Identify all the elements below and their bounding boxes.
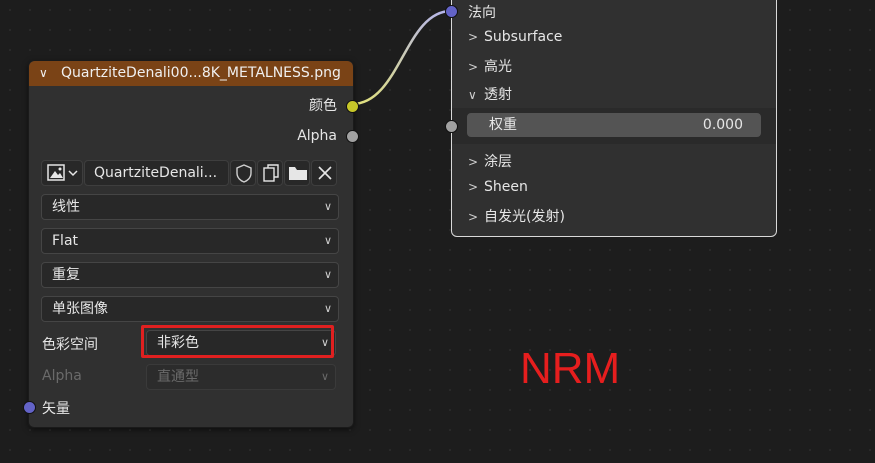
vector-input-label: 矢量 — [42, 401, 70, 417]
chevron-right-icon: > — [468, 60, 479, 74]
chevron-down-icon: ∨ — [468, 88, 477, 102]
duplicate-icon — [263, 164, 279, 182]
panel-label: 透射 — [484, 87, 512, 103]
annotation-highlight-box — [141, 325, 334, 358]
node-title: QuartziteDenali00...8K_METALNESS.png — [61, 65, 341, 81]
image-texture-node[interactable]: ∨ QuartziteDenali00...8K_METALNESS.png 颜… — [23, 60, 359, 428]
annotation-text: NRM — [520, 344, 621, 393]
projection-value: Flat — [52, 233, 79, 249]
panel-label: 高光 — [484, 59, 512, 75]
panel-emission[interactable]: > 自发光(发射) — [468, 206, 565, 226]
alpha-mode-dropdown: 直通型 ∨ — [146, 364, 336, 390]
unlink-button[interactable] — [311, 160, 337, 186]
chevron-right-icon: > — [468, 210, 479, 224]
image-icon — [47, 164, 78, 181]
panel-label: 涂层 — [484, 154, 512, 170]
colorspace-label: 色彩空间 — [42, 337, 98, 353]
interpolation-value: 线性 — [52, 199, 80, 215]
panel-label: 自发光(发射) — [484, 209, 565, 225]
output-alpha-label: Alpha — [297, 128, 337, 144]
node-header[interactable]: ∨ QuartziteDenali00...8K_METALNESS.png — [29, 61, 353, 86]
extension-value: 重复 — [52, 267, 80, 283]
chevron-right-icon: > — [468, 155, 479, 169]
chevron-down-icon: ∨ — [323, 268, 332, 281]
normal-input-label: 法向 — [468, 5, 496, 21]
image-browse-button[interactable] — [41, 160, 83, 186]
weight-input-socket[interactable] — [445, 120, 458, 133]
output-alpha-socket[interactable] — [346, 130, 359, 143]
chevron-down-icon: ∨ — [323, 200, 332, 213]
output-alpha-row: Alpha — [29, 125, 353, 147]
extension-dropdown[interactable]: 重复 ∨ — [41, 262, 339, 288]
alpha-mode-value: 直通型 — [157, 369, 199, 385]
chevron-down-icon: ∨ — [323, 234, 332, 247]
duplicate-button[interactable] — [257, 160, 283, 186]
source-dropdown[interactable]: 单张图像 ∨ — [41, 296, 339, 322]
chevron-down-icon: ∨ — [320, 370, 329, 383]
output-color-row: 颜色 — [29, 95, 353, 117]
fake-user-button[interactable] — [230, 160, 256, 186]
weight-value: 0.000 — [702, 117, 743, 133]
folder-icon — [289, 167, 307, 180]
projection-dropdown[interactable]: Flat ∨ — [41, 228, 339, 254]
image-name-field[interactable]: QuartziteDenali... — [84, 160, 229, 186]
image-name-text: QuartziteDenali... — [94, 165, 218, 181]
chevron-right-icon: > — [468, 180, 479, 194]
panel-transmission[interactable]: ∨ 透射 — [468, 84, 512, 104]
weight-label: 权重 — [489, 117, 517, 133]
panel-label: Subsurface — [484, 29, 563, 45]
normal-input-socket[interactable] — [445, 5, 458, 18]
close-icon — [318, 166, 332, 180]
principled-bsdf-node[interactable]: 法向 > Subsurface > 高光 ∨ 透射 权重 0.000 > 涂层 > She… — [445, 0, 777, 237]
panel-specular[interactable]: > 高光 — [468, 56, 512, 76]
alpha-mode-label: Alpha — [42, 368, 82, 384]
interpolation-dropdown[interactable]: 线性 ∨ — [41, 194, 339, 220]
panel-sheen[interactable]: > Sheen — [468, 179, 528, 195]
open-file-button[interactable] — [284, 160, 310, 186]
collapse-chevron-icon[interactable]: ∨ — [39, 61, 48, 86]
output-color-label: 颜色 — [309, 98, 337, 114]
panel-coat[interactable]: > 涂层 — [468, 151, 512, 171]
panel-label: Sheen — [484, 179, 528, 195]
panel-subsurface[interactable]: > Subsurface — [468, 29, 562, 45]
shield-icon — [236, 164, 252, 183]
chevron-down-icon: ∨ — [323, 302, 332, 315]
vector-input-socket[interactable] — [23, 401, 36, 414]
source-value: 单张图像 — [52, 301, 108, 317]
weight-slider[interactable]: 权重 0.000 — [466, 112, 762, 138]
chevron-right-icon: > — [468, 30, 479, 44]
output-color-socket[interactable] — [346, 100, 359, 113]
